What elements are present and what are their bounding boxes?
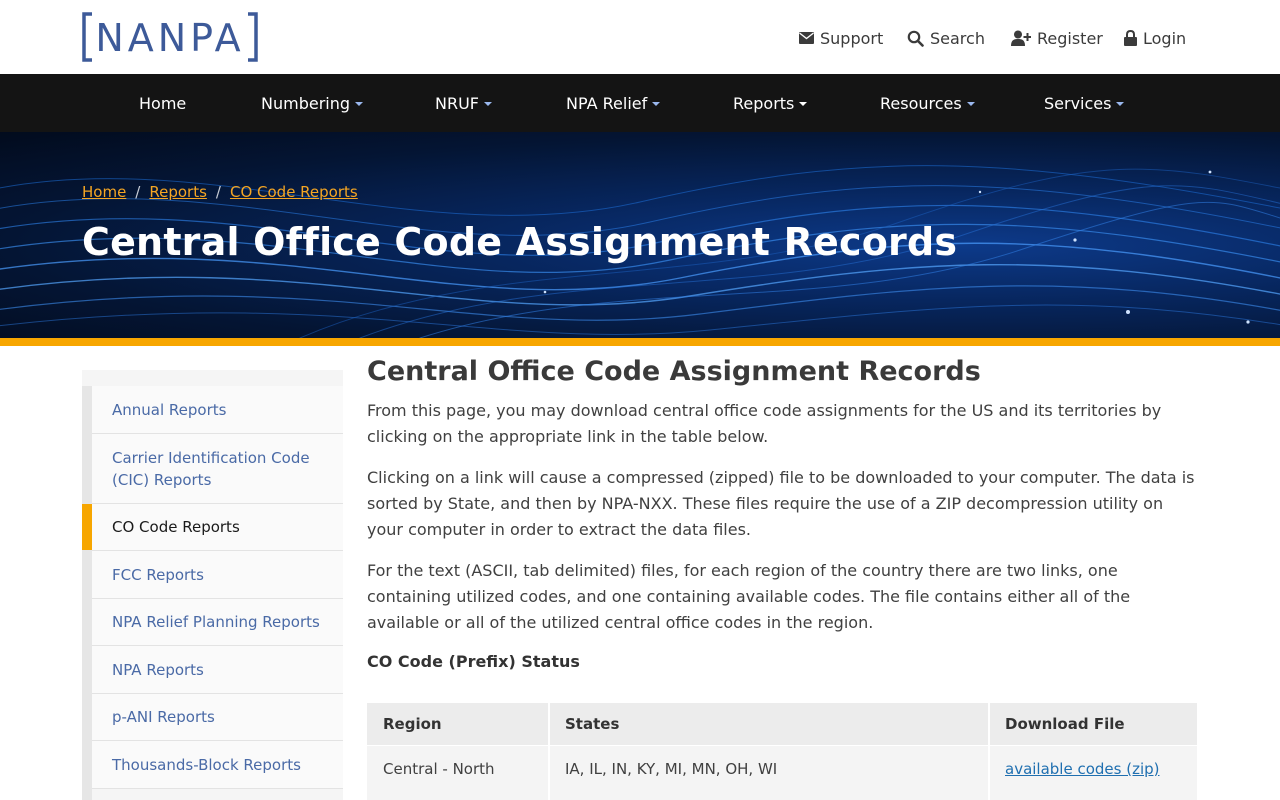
- breadcrumb-home[interactable]: Home: [82, 183, 126, 201]
- sidebar-item-label: FCC Reports: [112, 565, 204, 584]
- sidebar-item-npa-reports[interactable]: NPA Reports: [92, 646, 343, 694]
- nav-npa-relief[interactable]: NPA Relief: [566, 74, 661, 132]
- sidebar-item-label: Thousands-Block Reports: [112, 755, 301, 774]
- sidebar-item-fcc-reports[interactable]: FCC Reports: [92, 551, 343, 599]
- sidebar-item-thousands-block-reports[interactable]: Thousands-Block Reports: [92, 741, 343, 789]
- sidebar-item-label: CO Code Reports: [112, 518, 240, 536]
- header-download-file: Download File: [1005, 715, 1125, 733]
- breadcrumb: Home / Reports / CO Code Reports: [82, 182, 358, 202]
- sidebar-item-npa-relief-planning-reports[interactable]: NPA Relief Planning Reports: [92, 599, 343, 646]
- cell-download: available codes (zip): [1005, 746, 1160, 800]
- sidebar-item-p-ani-reports[interactable]: p-ANI Reports: [92, 694, 343, 741]
- register-link[interactable]: Register: [1011, 26, 1103, 50]
- sidebar-item-label: NPA Reports: [112, 660, 204, 679]
- utility-nav: Support Search Register Login: [0, 26, 1280, 50]
- support-label: Support: [820, 28, 884, 48]
- hero-accent-bar: [0, 338, 1280, 346]
- nav-reports[interactable]: Reports: [733, 74, 808, 132]
- support-link[interactable]: Support: [799, 26, 883, 50]
- breadcrumb-separator: /: [215, 183, 221, 201]
- header-states: States: [565, 715, 620, 733]
- nav-services-label: Services: [1044, 93, 1112, 113]
- nav-numbering[interactable]: Numbering: [261, 74, 364, 132]
- chevron-down-icon: [484, 101, 492, 106]
- chevron-down-icon: [1116, 101, 1125, 106]
- chevron-down-icon: [652, 101, 661, 106]
- sidebar: Annual Reports Carrier Identification Co…: [82, 370, 343, 800]
- file-format-paragraph: For the text (ASCII, tab delimited) file…: [367, 561, 1131, 632]
- sidebar-item-co-code-reports[interactable]: CO Code Reports: [82, 504, 343, 551]
- sidebar-item-label: p-ANI Reports: [112, 708, 215, 726]
- intro-paragraph: From this page, you may download central…: [367, 401, 1162, 446]
- breadcrumb-reports[interactable]: Reports: [149, 183, 207, 201]
- sidebar-item-label: Annual Reports: [112, 400, 227, 419]
- login-link[interactable]: Login: [1124, 26, 1186, 50]
- sidebar-item-annual-reports[interactable]: Annual Reports: [92, 386, 343, 434]
- chevron-down-icon: [966, 101, 975, 106]
- search-icon: [907, 30, 924, 47]
- cell-region: Central - North: [383, 760, 495, 778]
- column-divider: [548, 703, 550, 745]
- cell-states: IA, IL, IN, KY, MI, MN, OH, WI: [565, 760, 778, 778]
- main-nav: Home Numbering NRUF NPA Relief Reports R…: [0, 74, 1280, 132]
- register-label: Register: [1037, 28, 1103, 48]
- table-row: Central - North IA, IL, IN, KY, MI, MN, …: [367, 746, 1197, 800]
- sidebar-item-label: Carrier Identification Code (CIC) Report…: [112, 448, 310, 489]
- page-title: Central Office Code Assignment Records: [367, 356, 981, 387]
- search-link[interactable]: Search: [907, 26, 985, 50]
- lock-icon: [1124, 30, 1137, 46]
- download-info-paragraph: Clicking on a link will cause a compress…: [367, 468, 1195, 539]
- user-plus-icon: [1011, 30, 1031, 46]
- header-region: Region: [383, 715, 442, 733]
- nav-nruf-label: NRUF: [435, 93, 479, 113]
- nav-services[interactable]: Services: [1044, 74, 1125, 132]
- column-divider: [988, 746, 990, 800]
- download-available-codes-link[interactable]: available codes (zip): [1005, 760, 1160, 778]
- login-label: Login: [1143, 28, 1187, 48]
- column-divider: [548, 746, 550, 800]
- sidebar-item-cic-reports[interactable]: Carrier Identification Code (CIC) Report…: [92, 434, 343, 504]
- sidebar-item-label: NPA Relief Planning Reports: [112, 613, 320, 631]
- nav-home-label: Home: [139, 93, 187, 113]
- column-divider: [988, 703, 990, 745]
- envelope-icon: [799, 32, 814, 44]
- nav-resources[interactable]: Resources: [880, 74, 975, 132]
- chevron-down-icon: [355, 101, 364, 106]
- nav-resources-label: Resources: [880, 93, 962, 113]
- nav-nruf[interactable]: NRUF: [435, 74, 492, 132]
- site-header: NANPA Support Search Register Login: [0, 0, 1280, 74]
- table-header-row: Region States Download File: [367, 703, 1197, 745]
- active-marker: [82, 504, 92, 550]
- nav-numbering-label: Numbering: [261, 93, 351, 113]
- section-heading: CO Code (Prefix) Status: [367, 652, 580, 671]
- search-label: Search: [930, 28, 985, 48]
- breadcrumb-separator: /: [135, 183, 141, 201]
- hero-title: Central Office Code Assignment Records: [82, 220, 958, 264]
- nav-npa-relief-label: NPA Relief: [566, 93, 648, 113]
- chevron-down-icon: [799, 101, 808, 106]
- sidebar-rail: [82, 386, 92, 800]
- nav-home[interactable]: Home: [139, 74, 186, 132]
- nav-reports-label: Reports: [733, 93, 795, 113]
- breadcrumb-co-code-reports[interactable]: CO Code Reports: [230, 183, 358, 201]
